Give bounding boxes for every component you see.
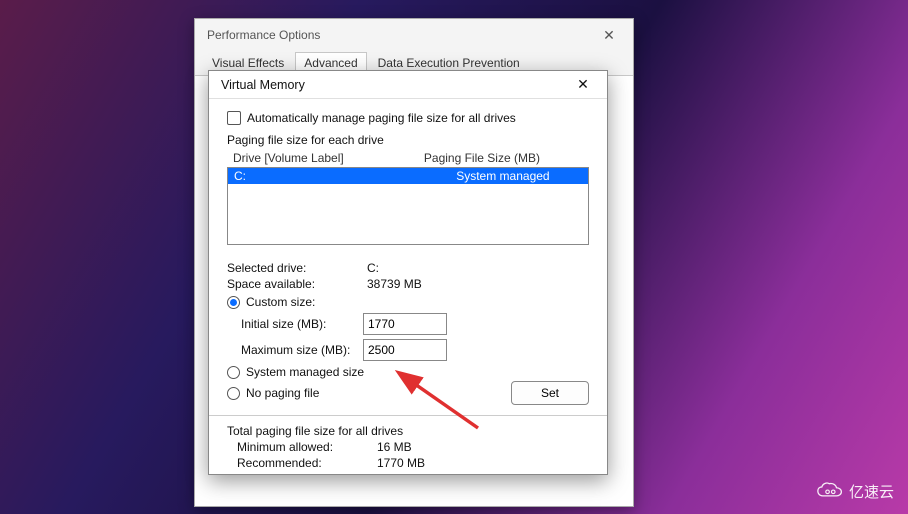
- system-managed-label: System managed size: [246, 365, 364, 379]
- performance-options-titlebar: Performance Options ✕: [195, 19, 633, 51]
- close-icon[interactable]: ✕: [589, 21, 629, 49]
- min-allowed-label: Minimum allowed:: [237, 440, 377, 454]
- space-available-value: 38739 MB: [367, 277, 422, 291]
- virtual-memory-dialog: Virtual Memory ✕ Automatically manage pa…: [208, 70, 608, 475]
- no-paging-radio[interactable]: [227, 387, 240, 400]
- virtual-memory-title: Virtual Memory: [221, 78, 305, 92]
- auto-manage-label: Automatically manage paging file size fo…: [247, 111, 516, 125]
- drive-column-header: Drive [Volume Label]: [233, 151, 424, 165]
- recommended-value: 1770 MB: [377, 456, 425, 470]
- selected-drive-label: Selected drive:: [227, 261, 367, 275]
- initial-size-label: Initial size (MB):: [227, 317, 355, 331]
- selected-drive-value: C:: [367, 261, 379, 275]
- total-section-label: Total paging file size for all drives: [227, 424, 589, 438]
- no-paging-label: No paging file: [246, 386, 319, 400]
- watermark-text: 亿速云: [849, 481, 894, 502]
- virtual-memory-titlebar: Virtual Memory ✕: [209, 71, 607, 99]
- size-column-header: Paging File Size (MB): [424, 151, 583, 165]
- cloud-icon: [817, 480, 843, 502]
- initial-size-input[interactable]: [363, 313, 447, 335]
- section-label: Paging file size for each drive: [227, 133, 589, 147]
- drive-size: System managed: [424, 169, 582, 183]
- separator: [209, 415, 607, 416]
- performance-options-title: Performance Options: [207, 28, 320, 42]
- drive-list[interactable]: C: System managed: [227, 167, 589, 245]
- min-allowed-value: 16 MB: [377, 440, 412, 454]
- space-available-label: Space available:: [227, 277, 367, 291]
- system-managed-radio[interactable]: [227, 366, 240, 379]
- maximum-size-label: Maximum size (MB):: [227, 343, 355, 357]
- maximum-size-input[interactable]: [363, 339, 447, 361]
- auto-manage-checkbox[interactable]: [227, 111, 241, 125]
- drive-list-header: Drive [Volume Label] Paging File Size (M…: [227, 149, 589, 167]
- drive-label: C:: [234, 169, 424, 183]
- watermark: 亿速云: [817, 480, 894, 502]
- recommended-label: Recommended:: [237, 456, 377, 470]
- close-icon[interactable]: ✕: [563, 73, 603, 97]
- custom-size-label: Custom size:: [246, 295, 315, 309]
- set-button[interactable]: Set: [511, 381, 589, 405]
- drive-row-selected[interactable]: C: System managed: [228, 168, 588, 184]
- custom-size-radio[interactable]: [227, 296, 240, 309]
